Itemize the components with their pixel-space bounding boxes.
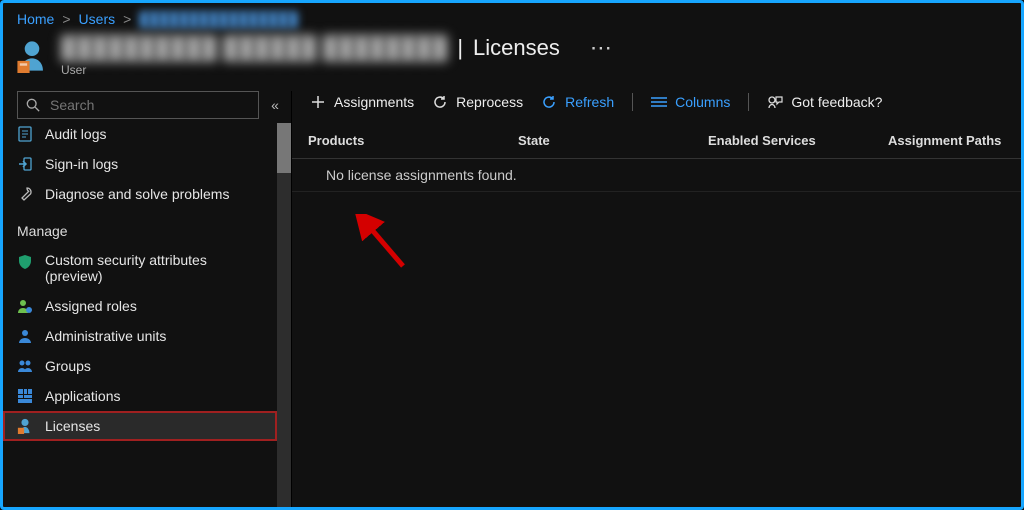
sidebar-item-diagnose[interactable]: Diagnose and solve problems	[3, 179, 277, 209]
grid-apps-icon	[17, 388, 35, 404]
refresh-button[interactable]: Refresh	[541, 94, 614, 110]
column-header-assignment-paths[interactable]: Assignment Paths	[888, 133, 1024, 148]
refresh-icon	[541, 94, 557, 110]
person-role-icon	[17, 298, 35, 314]
sidebar-item-label: Custom security attributes (preview)	[45, 252, 245, 284]
breadcrumb-current-user[interactable]: ████████████████	[139, 11, 298, 27]
license-badge-icon	[17, 418, 35, 434]
user-avatar-icon	[17, 39, 47, 73]
sidebar-item-licenses[interactable]: Licenses	[3, 411, 277, 441]
sidebar-item-label: Applications	[45, 388, 121, 404]
columns-button[interactable]: Columns	[651, 94, 730, 110]
sidebar: « Audit logs Sign-in logs	[3, 91, 292, 507]
breadcrumb-separator: >	[123, 11, 131, 27]
header-more-button[interactable]: ⋯	[590, 35, 612, 61]
column-header-enabled-services[interactable]: Enabled Services	[708, 133, 878, 148]
toolbar-label: Got feedback?	[791, 94, 882, 110]
sidebar-item-label: Groups	[45, 358, 91, 374]
scrollbar-thumb[interactable]	[277, 123, 291, 173]
sidebar-item-audit-logs[interactable]: Audit logs	[3, 123, 277, 149]
breadcrumb: Home > Users > ████████████████	[3, 3, 1021, 29]
sidebar-item-groups[interactable]: Groups	[3, 351, 277, 381]
sidebar-item-label: Licenses	[45, 418, 100, 434]
app-frame: Home > Users > ████████████████ ████████…	[0, 0, 1024, 510]
page-title-separator: |	[457, 35, 463, 61]
wrench-icon	[17, 186, 35, 202]
search-input[interactable]	[48, 96, 250, 114]
sidebar-item-assigned-roles[interactable]: Assigned roles	[3, 291, 277, 321]
page-header: ██████████ ██████ ████████ | Licenses ⋯ …	[3, 29, 1021, 91]
plus-icon	[310, 94, 326, 110]
column-header-state[interactable]: State	[518, 133, 698, 148]
page-title-user-name: ██████████ ██████ ████████	[61, 35, 447, 61]
sidebar-item-admin-units[interactable]: Administrative units	[3, 321, 277, 351]
sidebar-scrollbar[interactable]	[277, 123, 291, 507]
assignments-button[interactable]: Assignments	[310, 94, 414, 110]
people-group-icon	[17, 358, 35, 374]
page-title-section: Licenses	[473, 35, 560, 61]
column-header-products[interactable]: Products	[308, 133, 508, 148]
sidebar-item-sign-in-logs[interactable]: Sign-in logs	[3, 149, 277, 179]
search-icon	[26, 98, 40, 112]
sidebar-item-label: Sign-in logs	[45, 156, 118, 172]
reprocess-button[interactable]: Reprocess	[432, 94, 523, 110]
feedback-button[interactable]: Got feedback?	[767, 94, 882, 110]
sidebar-search[interactable]	[17, 91, 259, 119]
sidebar-section-manage: Manage	[3, 209, 277, 245]
body: « Audit logs Sign-in logs	[3, 91, 1021, 507]
sign-in-arrow-icon	[17, 156, 35, 172]
toolbar-label: Refresh	[565, 94, 614, 110]
person-admin-icon	[17, 328, 35, 344]
clipboard-icon	[17, 126, 35, 142]
empty-state-row: No license assignments found.	[292, 159, 1021, 192]
sidebar-item-label: Diagnose and solve problems	[45, 186, 229, 202]
breadcrumb-users[interactable]: Users	[79, 11, 116, 27]
sidebar-item-label: Assigned roles	[45, 298, 137, 314]
page-subtitle: User	[61, 63, 612, 77]
sidebar-item-label: Audit logs	[45, 126, 106, 142]
main-content: Assignments Reprocess Refresh	[292, 91, 1021, 507]
toolbar-label: Columns	[675, 94, 730, 110]
sidebar-item-applications[interactable]: Applications	[3, 381, 277, 411]
empty-state-message: No license assignments found.	[326, 167, 517, 183]
columns-icon	[651, 94, 667, 110]
toolbar-separator	[632, 93, 633, 111]
sidebar-menu: Audit logs Sign-in logs Diagnose and sol…	[3, 123, 277, 507]
sidebar-collapse-button[interactable]: «	[267, 97, 283, 113]
sidebar-item-custom-security[interactable]: Custom security attributes (preview)	[3, 245, 277, 291]
toolbar: Assignments Reprocess Refresh	[292, 91, 1021, 119]
table-header: Products State Enabled Services Assignme…	[292, 119, 1021, 159]
breadcrumb-home[interactable]: Home	[17, 11, 54, 27]
feedback-icon	[767, 94, 783, 110]
shield-icon	[17, 254, 35, 270]
toolbar-separator	[748, 93, 749, 111]
toolbar-label: Assignments	[334, 94, 414, 110]
reprocess-icon	[432, 94, 448, 110]
toolbar-label: Reprocess	[456, 94, 523, 110]
sidebar-item-label: Administrative units	[45, 328, 166, 344]
breadcrumb-separator: >	[62, 11, 70, 27]
